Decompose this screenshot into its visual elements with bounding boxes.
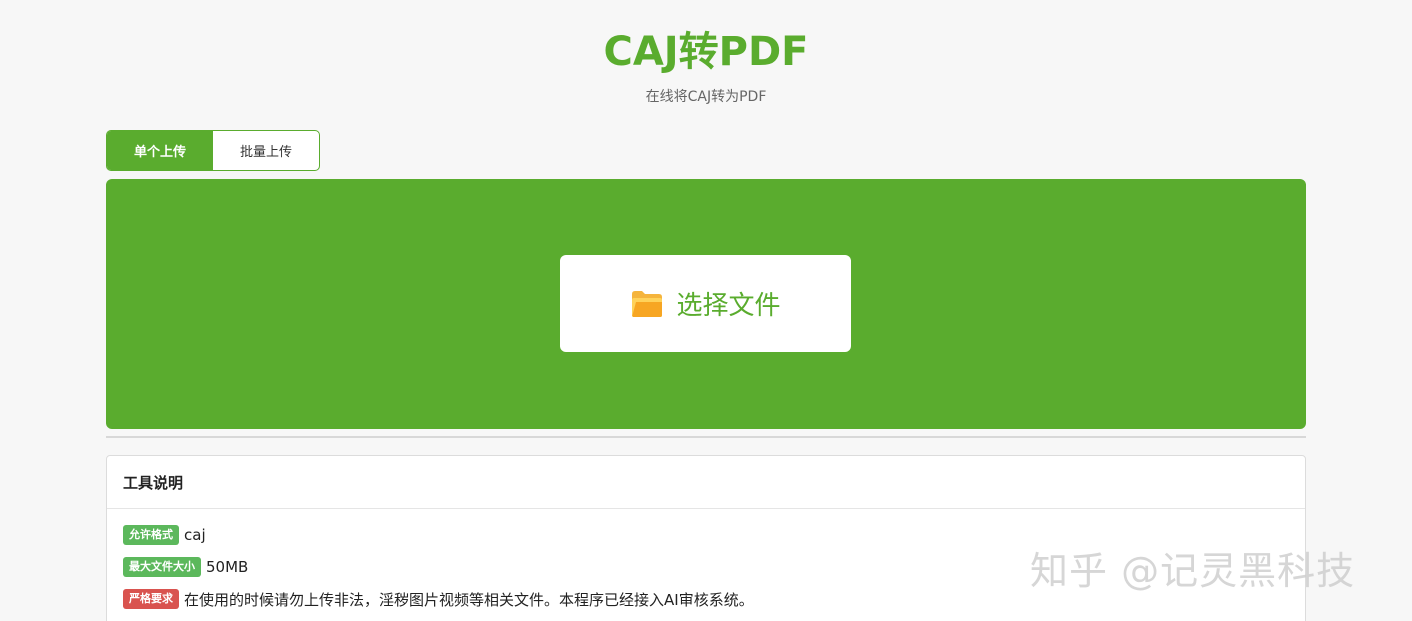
tab-single-upload[interactable]: 单个上传 [107,131,213,170]
allowed-format-badge: 允许格式 [123,525,179,545]
tool-info-panel: 工具说明 允许格式 caj 最大文件大小 50MB 严格要求 在使用的时候请勿上… [106,455,1306,621]
tool-info-title: 工具说明 [107,456,1305,509]
page-subtitle: 在线将CAJ转为PDF [645,89,767,105]
section-divider [106,436,1306,438]
page-title: CAJ转PDF [603,29,809,75]
page: CAJ转PDF 在线将CAJ转为PDF 单个上传 批量上传 选择文件 工具说明 … [0,0,1412,621]
upload-mode-tabs: 单个上传 批量上传 [106,130,320,171]
max-size-value: 50MB [206,558,249,576]
max-size-badge: 最大文件大小 [123,557,201,577]
strict-requirement-value: 在使用的时候请勿上传非法，淫秽图片视频等相关文件。本程序已经接入AI审核系统。 [184,590,754,609]
upload-drop-zone[interactable]: 选择文件 [106,179,1306,429]
choose-file-label: 选择文件 [676,291,781,321]
folder-icon [630,289,664,319]
tab-batch-upload[interactable]: 批量上传 [213,131,319,170]
choose-file-button[interactable]: 选择文件 [560,255,851,352]
strict-requirement-badge: 严格要求 [123,589,179,609]
allowed-format-value: caj [184,526,206,544]
watermark: 知乎 @记灵黑科技 [1030,549,1356,593]
